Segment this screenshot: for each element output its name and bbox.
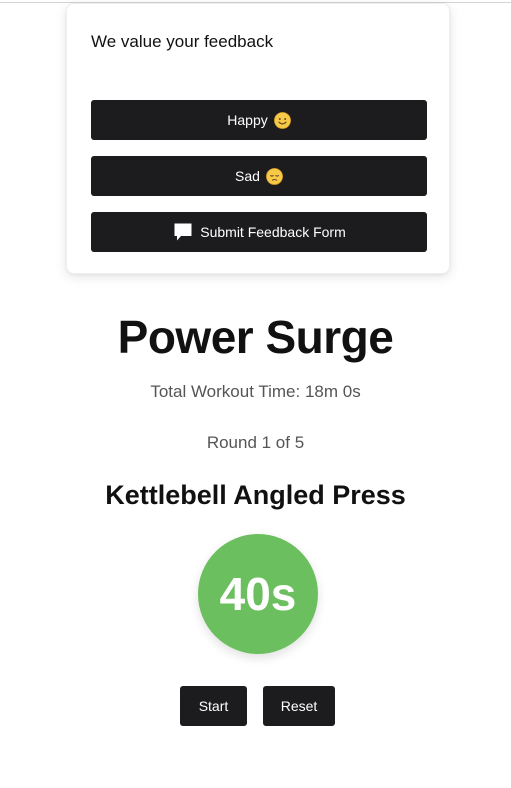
sad-button-label: Sad — [235, 168, 260, 184]
speech-bubble-icon — [172, 221, 194, 243]
workout-title: Power Surge — [117, 311, 394, 363]
happy-button-label: Happy — [227, 112, 268, 128]
round-indicator: Round 1 of 5 — [206, 433, 305, 452]
submit-feedback-label: Submit Feedback Form — [200, 224, 346, 240]
exercise-name: Kettlebell Angled Press — [105, 480, 406, 510]
start-button[interactable]: Start — [180, 686, 247, 726]
pensive-face-icon — [266, 167, 283, 185]
feedback-card: We value your feedback Happy Sad Submit … — [66, 3, 450, 274]
happy-button[interactable]: Happy — [91, 100, 427, 140]
timer-circle: 40s — [198, 534, 318, 654]
total-workout-time: Total Workout Time: 18m 0s — [150, 382, 361, 401]
timer-value: 40s — [219, 568, 297, 620]
submit-feedback-button[interactable]: Submit Feedback Form — [91, 212, 427, 252]
feedback-title: We value your feedback — [91, 32, 274, 51]
sad-button[interactable]: Sad — [91, 156, 427, 196]
smiling-face-icon — [273, 111, 291, 129]
reset-button[interactable]: Reset — [263, 686, 335, 726]
